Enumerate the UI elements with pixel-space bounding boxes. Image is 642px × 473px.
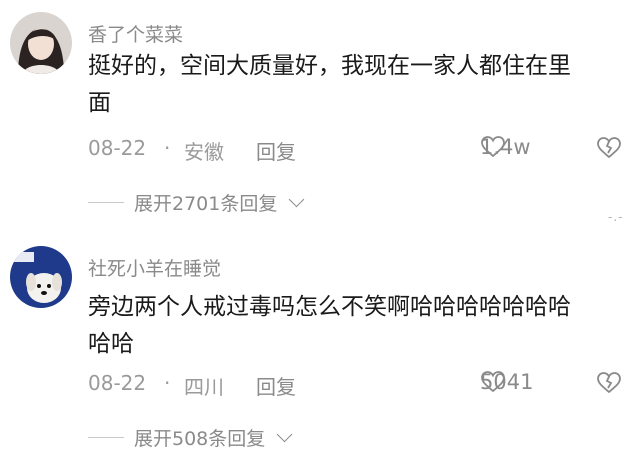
meta-separator: · [164, 371, 171, 395]
reply-button[interactable]: 回复 [256, 136, 296, 165]
avatar[interactable] [10, 246, 72, 308]
username[interactable]: 社死小羊在睡觉 [88, 254, 221, 281]
comment-date: 08-22 [88, 136, 147, 160]
comment-text-line: 哈哈 [88, 331, 134, 357]
like-button[interactable]: 1.4w [480, 135, 531, 159]
avatar-girl-icon [10, 12, 72, 74]
comment-text-line: 面 [88, 90, 111, 116]
chevron-down-icon [276, 426, 293, 442]
meta-separator: · [164, 136, 171, 160]
divider-dash [88, 201, 124, 203]
expand-replies-label: 展开508条回复 [134, 427, 266, 450]
expand-replies-label: 展开2701条回复 [134, 192, 278, 215]
dislike-button[interactable] [596, 136, 622, 165]
avatar[interactable] [10, 12, 72, 74]
comment-location: 安徽 [184, 140, 224, 164]
comment-text-line: 挺好的，空间大质量好，我现在一家人都住在里 [88, 53, 571, 79]
broken-heart-icon [597, 137, 621, 159]
expand-replies-button[interactable]: 展开2701条回复 [88, 187, 305, 217]
like-count: 1.4w [480, 135, 531, 159]
reply-button[interactable]: 回复 [256, 371, 296, 400]
comment-location: 四川 [184, 375, 224, 399]
comment-meta: 08-22 · 四川 回复 5041 [88, 370, 628, 401]
comment-text-line: 旁边两个人戒过毒吗怎么不笑啊哈哈哈哈哈哈哈 [88, 294, 571, 320]
more-dots-icon: -.- [608, 210, 624, 224]
comment-text: 旁边两个人戒过毒吗怎么不笑啊哈哈哈哈哈哈哈 哈哈 [88, 289, 633, 363]
like-count: 5041 [480, 370, 534, 394]
broken-heart-icon [597, 372, 621, 394]
comment-date: 08-22 [88, 371, 147, 395]
dislike-button[interactable] [596, 371, 622, 400]
avatar-dog-icon [10, 246, 72, 308]
like-button[interactable]: 5041 [480, 370, 533, 394]
divider-dash [88, 436, 124, 438]
expand-replies-button[interactable]: 展开508条回复 [88, 422, 293, 452]
chevron-down-icon [289, 191, 305, 207]
comment-text: 挺好的，空间大质量好，我现在一家人都住在里 面 [88, 48, 633, 122]
username[interactable]: 香了个菜菜 [88, 20, 183, 47]
comment-meta: 08-22 · 安徽 回复 1.4w [88, 135, 628, 166]
